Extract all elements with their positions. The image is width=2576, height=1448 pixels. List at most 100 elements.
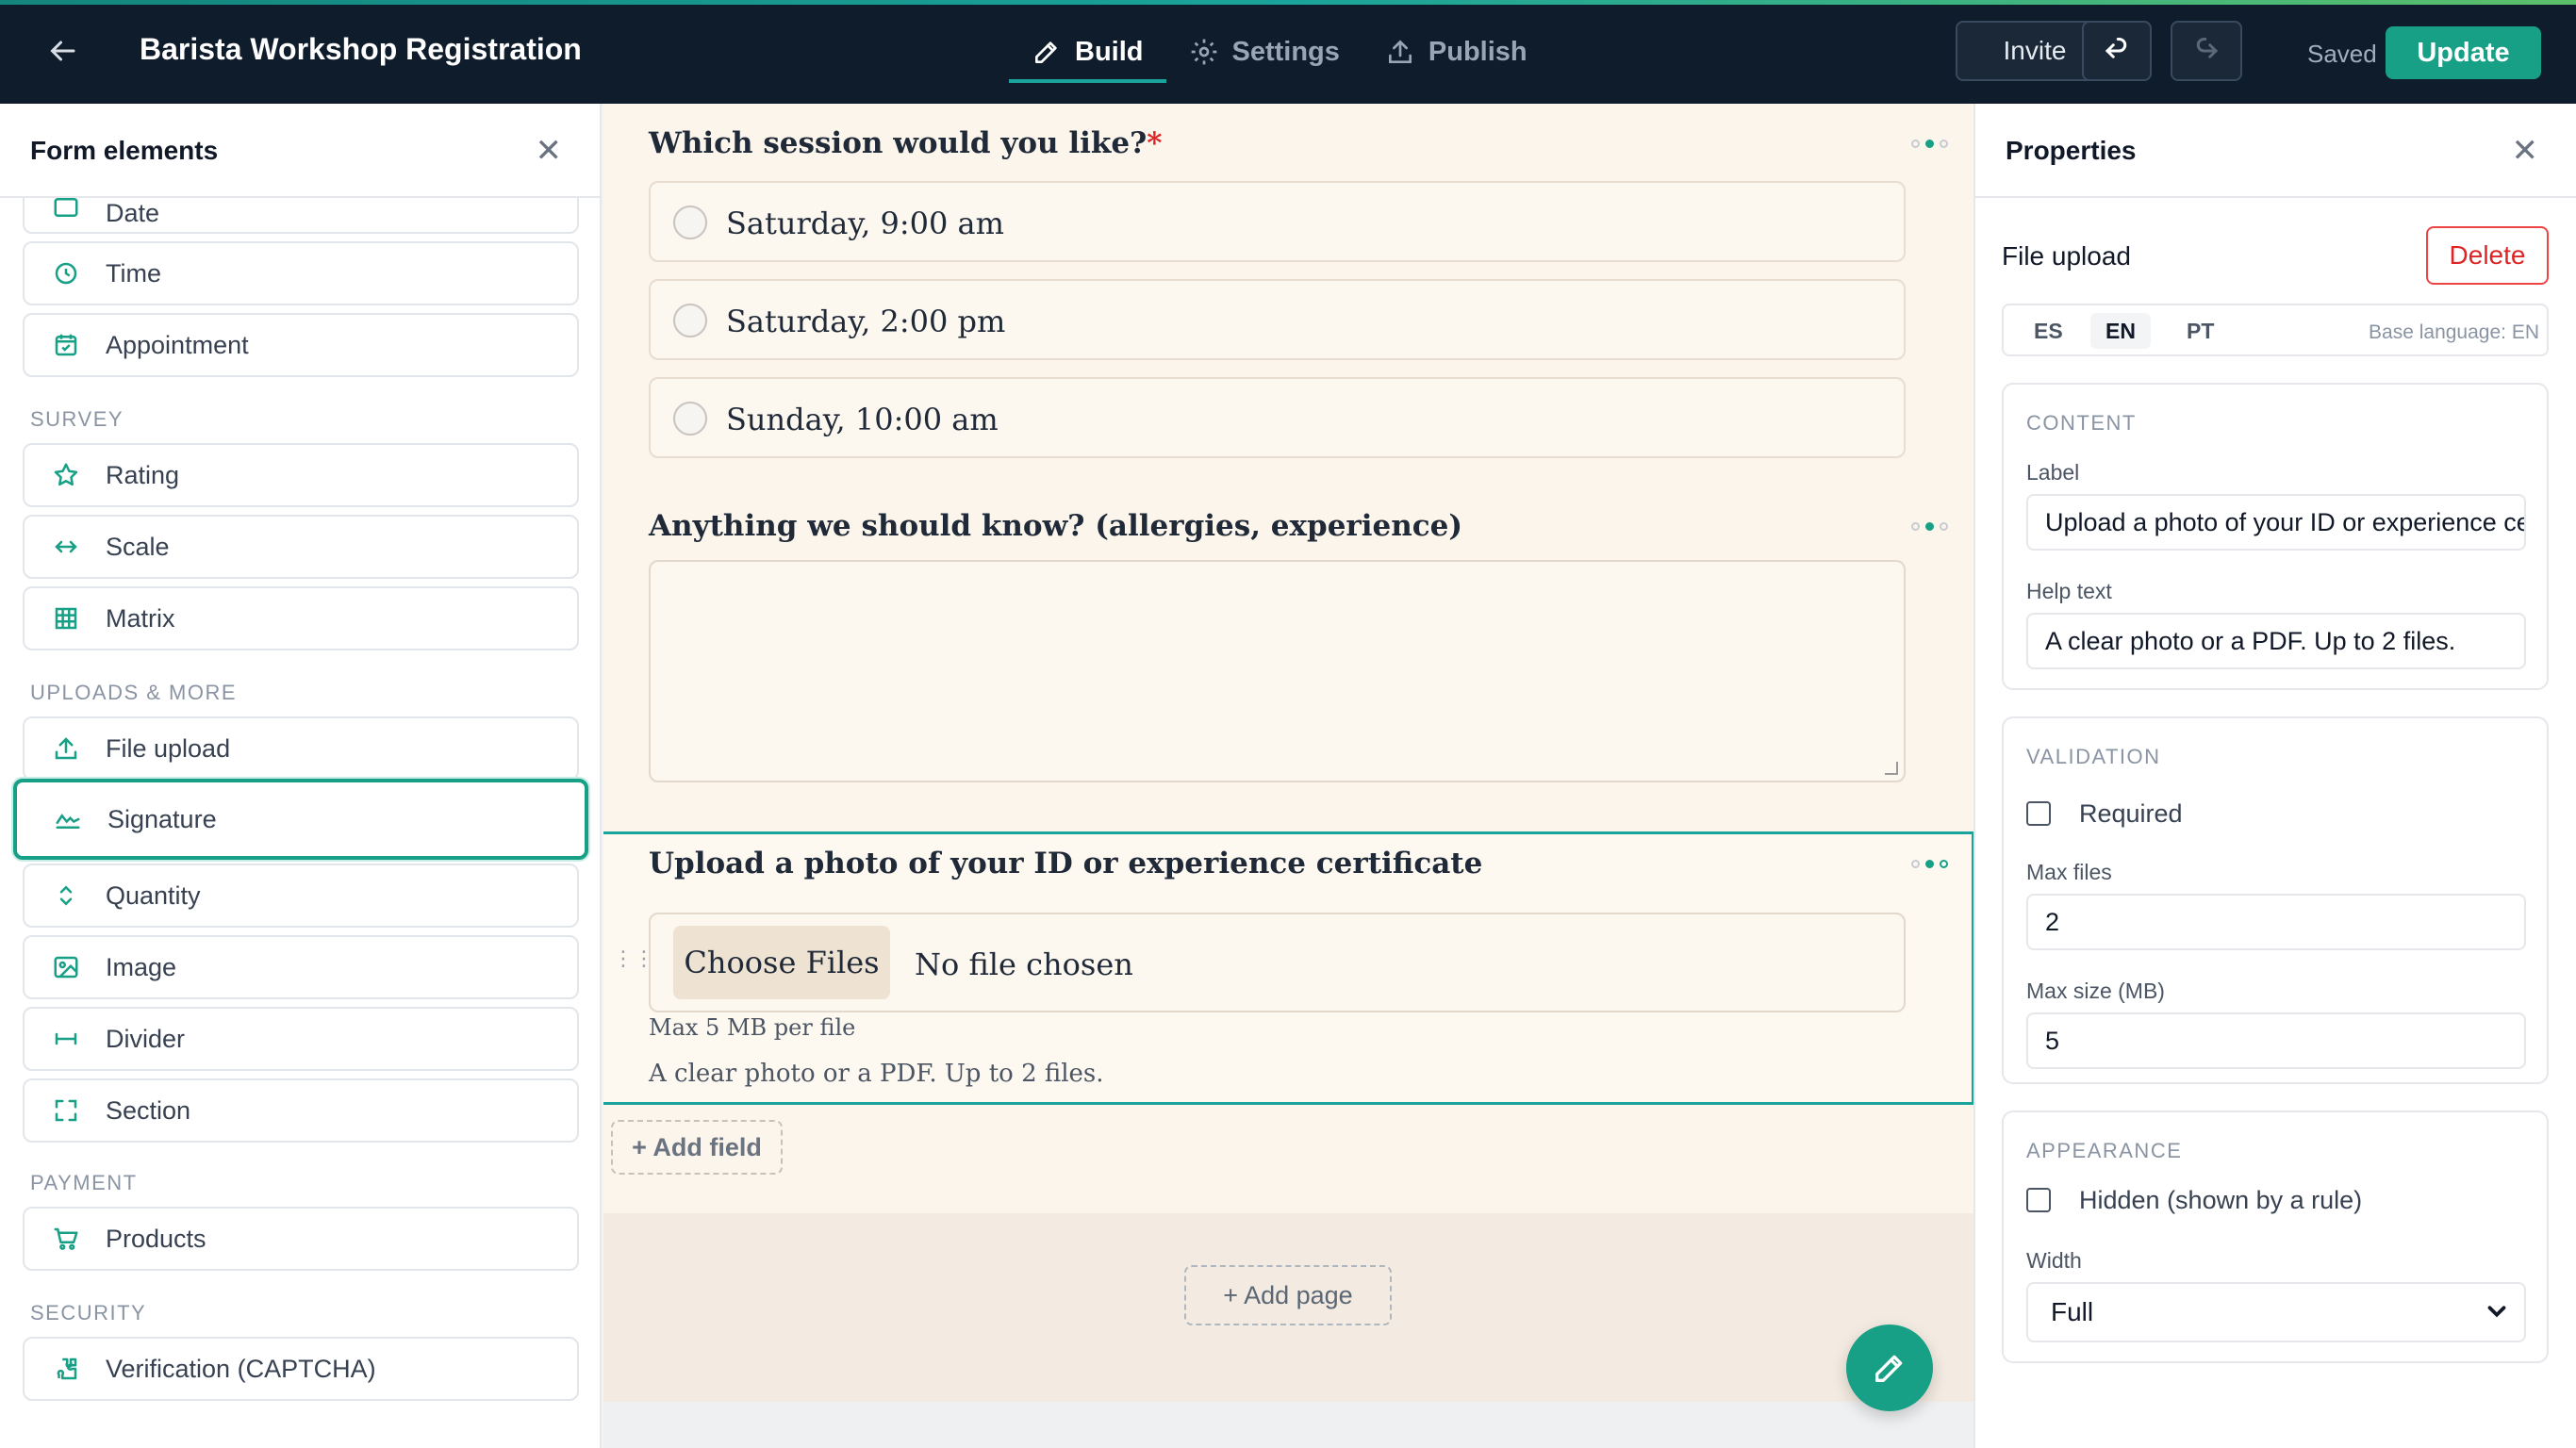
- element-appointment-label: Appointment: [106, 330, 249, 359]
- properties-header: Properties ✕: [1975, 104, 2576, 198]
- label-input[interactable]: Upload a photo of your ID or experience …: [2026, 494, 2526, 551]
- element-divider-label: Divider: [106, 1024, 186, 1053]
- redo-button[interactable]: [2171, 21, 2242, 81]
- radio-option[interactable]: Saturday, 9:00 am: [649, 181, 1906, 262]
- language-tab-pt[interactable]: PT: [2171, 313, 2229, 349]
- divider-icon: [51, 1024, 81, 1054]
- drag-handle-icon[interactable]: ⋮⋮: [613, 948, 654, 979]
- signature-icon: [53, 804, 83, 834]
- back-arrow-icon[interactable]: [45, 34, 83, 72]
- pencil-icon: [1875, 1355, 1903, 1382]
- language-tab-en[interactable]: EN: [2090, 313, 2151, 349]
- element-divider[interactable]: Divider: [23, 1007, 579, 1071]
- properties-panel: Properties ✕ File upload Delete ES EN PT…: [1973, 104, 2576, 1448]
- tab-publish[interactable]: Publish: [1362, 0, 1550, 104]
- section-frame-icon: [51, 1095, 81, 1126]
- delete-button[interactable]: Delete: [2426, 226, 2549, 285]
- section-heading-security: SECURITY: [30, 1301, 147, 1325]
- appearance-heading: APPEARANCE: [2026, 1139, 2183, 1162]
- required-checkbox[interactable]: [2026, 801, 2051, 826]
- notes-textarea[interactable]: [649, 560, 1906, 782]
- properties-title: Properties: [2006, 136, 2137, 165]
- tab-build[interactable]: Build: [1009, 0, 1166, 104]
- section-heading-payment: PAYMENT: [30, 1171, 138, 1194]
- undo-button[interactable]: [2082, 21, 2152, 81]
- element-file-upload[interactable]: File upload: [23, 716, 579, 781]
- radio-button[interactable]: [673, 206, 707, 239]
- chevron-down-icon: [2483, 1297, 2511, 1332]
- question-session-label: Which session would you like?*: [649, 126, 1163, 160]
- element-captcha[interactable]: Verification (CAPTCHA): [23, 1337, 579, 1401]
- app-title: Barista Workshop Registration: [140, 32, 582, 66]
- element-time[interactable]: Time: [23, 241, 579, 305]
- main-tabs: Build Settings Publish: [1009, 0, 1550, 104]
- element-rating-label: Rating: [106, 460, 180, 489]
- radio-option-label: Saturday, 9:00 am: [726, 206, 1004, 241]
- help-text-input[interactable]: A clear photo or a PDF. Up to 2 files.: [2026, 613, 2526, 669]
- element-signature-label: Signature: [107, 804, 217, 833]
- content-card: CONTENT Label Upload a photo of your ID …: [2002, 383, 2549, 690]
- max-size-input[interactable]: 5: [2026, 1012, 2526, 1069]
- tab-settings[interactable]: Settings: [1166, 0, 1362, 104]
- element-signature[interactable]: Signature: [13, 779, 588, 860]
- clock-icon: [51, 258, 81, 288]
- element-scale[interactable]: Scale: [23, 515, 579, 579]
- form-canvas: Which session would you like?* Saturday,…: [603, 104, 1973, 1448]
- max-size-note: Max 5 MB per file: [649, 1014, 856, 1041]
- more-options-icon[interactable]: [1911, 858, 1955, 869]
- field-help-text: A clear photo or a PDF. Up to 2 files.: [649, 1060, 1104, 1088]
- element-matrix[interactable]: Matrix: [23, 586, 579, 650]
- form-elements-header: Form elements ✕: [0, 104, 600, 198]
- element-appointment[interactable]: Appointment: [23, 313, 579, 377]
- tab-settings-label: Settings: [1231, 36, 1340, 67]
- update-button[interactable]: Update: [2386, 26, 2541, 79]
- element-section[interactable]: Section: [23, 1078, 579, 1143]
- help-text-field-label: Help text: [2026, 579, 2112, 603]
- hidden-checkbox[interactable]: [2026, 1188, 2051, 1212]
- file-input[interactable]: Choose Files No file chosen: [649, 913, 1906, 1012]
- validation-heading: VALIDATION: [2026, 745, 2161, 768]
- tab-publish-label: Publish: [1428, 36, 1527, 67]
- radio-button[interactable]: [673, 304, 707, 337]
- element-rating[interactable]: Rating: [23, 443, 579, 507]
- max-files-input[interactable]: 2: [2026, 894, 2526, 950]
- top-bar: Barista Workshop Registration Build Sett…: [0, 0, 2576, 104]
- close-icon[interactable]: ✕: [536, 132, 563, 170]
- form-elements-panel: Form elements ✕ Date Time Appointment SU…: [0, 104, 602, 1448]
- tab-build-label: Build: [1075, 36, 1144, 67]
- radio-button[interactable]: [673, 402, 707, 436]
- width-select[interactable]: Full: [2026, 1282, 2526, 1342]
- element-file-upload-label: File upload: [106, 733, 231, 763]
- element-section-label: Section: [106, 1095, 191, 1125]
- choose-files-button[interactable]: Choose Files: [673, 926, 890, 999]
- more-options-icon[interactable]: [1911, 520, 1955, 532]
- section-heading-uploads: UPLOADS & MORE: [30, 681, 238, 704]
- pencil-icon: [1035, 41, 1057, 63]
- radio-option-label: Sunday, 10:00 am: [726, 402, 999, 437]
- redo-icon: [2196, 38, 2219, 58]
- element-scale-label: Scale: [106, 532, 170, 561]
- question-notes-label: Anything we should know? (allergies, exp…: [649, 509, 1463, 543]
- element-image[interactable]: Image: [23, 935, 579, 999]
- language-tab-es[interactable]: ES: [2019, 313, 2078, 349]
- add-field-button[interactable]: + Add field: [611, 1120, 783, 1175]
- base-language-note: Base language: EN: [2369, 321, 2539, 343]
- element-date-label: Date: [106, 199, 160, 227]
- label-field-label: Label: [2026, 460, 2080, 485]
- radio-option[interactable]: Saturday, 2:00 pm: [649, 279, 1906, 360]
- radio-option[interactable]: Sunday, 10:00 am: [649, 377, 1906, 458]
- element-time-label: Time: [106, 258, 161, 288]
- section-heading-survey: SURVEY: [30, 407, 124, 431]
- add-page-button[interactable]: + Add page: [1184, 1265, 1392, 1325]
- width-label: Width: [2026, 1248, 2082, 1273]
- element-products[interactable]: Products: [23, 1207, 579, 1271]
- element-quantity[interactable]: Quantity: [23, 864, 579, 928]
- edit-fab-button[interactable]: [1846, 1325, 1933, 1411]
- close-icon[interactable]: ✕: [2512, 132, 2539, 170]
- width-select-value: Full: [2051, 1297, 2094, 1326]
- upload-icon: [51, 733, 81, 764]
- file-input-status: No file chosen: [915, 946, 1133, 982]
- more-options-icon[interactable]: [1911, 138, 1955, 149]
- required-checkbox-label: Required: [2079, 799, 2183, 828]
- resize-handle-icon[interactable]: [1885, 762, 1898, 775]
